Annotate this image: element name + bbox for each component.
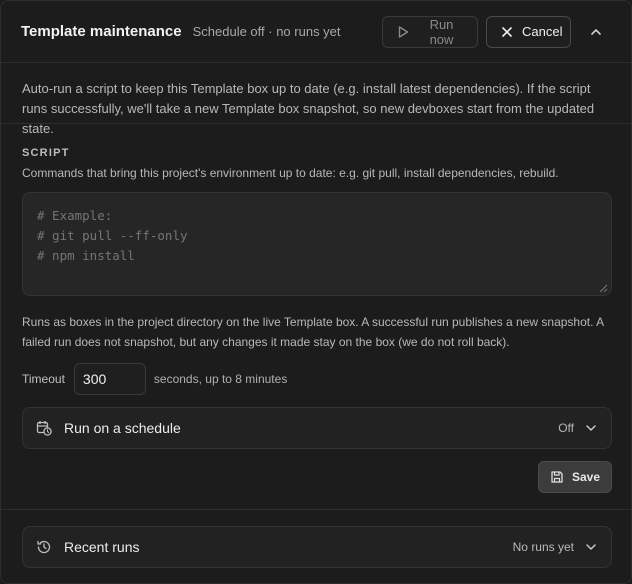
chevron-down-icon <box>584 421 598 435</box>
panel-header: Template maintenance Schedule off · no r… <box>1 1 631 63</box>
timeout-suffix: seconds, up to 8 minutes <box>153 372 288 386</box>
play-icon <box>396 25 410 39</box>
recent-runs-status: No runs yet <box>512 540 574 554</box>
save-button[interactable]: Save <box>538 461 612 493</box>
calendar-clock-icon <box>36 420 52 436</box>
chevron-down-icon <box>584 540 598 554</box>
run-now-button[interactable]: Run now <box>382 15 478 48</box>
intro-text: Auto-run a script to keep this Template … <box>22 81 595 136</box>
header-actions: Run now Cancel <box>382 15 611 48</box>
recent-runs-accordion[interactable]: Recent runs No runs yet <box>22 526 612 568</box>
script-note: Runs as boxes in the project directory o… <box>22 315 604 349</box>
history-icon <box>36 539 52 555</box>
collapse-button[interactable] <box>581 17 611 47</box>
schedule-status: Off <box>558 421 574 435</box>
cancel-button[interactable]: Cancel <box>486 15 571 48</box>
panel-subtitle: Schedule off · no runs yet <box>192 24 341 39</box>
save-label: Save <box>571 470 601 484</box>
section-divider <box>1 123 631 124</box>
timeout-input[interactable] <box>73 363 146 395</box>
section-divider <box>1 509 631 510</box>
panel-title: Template maintenance <box>21 23 182 40</box>
script-description: Commands that bring this project's envir… <box>22 166 559 180</box>
close-icon <box>500 25 514 39</box>
timeout-row: Timeout seconds, up to 8 minutes <box>22 363 287 395</box>
schedule-accordion[interactable]: Run on a schedule Off <box>22 407 612 449</box>
cancel-label: Cancel <box>522 24 563 39</box>
script-input[interactable] <box>22 192 612 296</box>
recent-runs-label: Recent runs <box>64 539 140 555</box>
chevron-up-icon <box>589 25 603 39</box>
script-section-label: SCRIPT <box>22 147 70 159</box>
schedule-label: Run on a schedule <box>64 420 181 436</box>
timeout-label: Timeout <box>22 372 65 386</box>
template-maintenance-panel: Template maintenance Schedule off · no r… <box>0 0 632 584</box>
run-now-label: Run now <box>429 16 454 47</box>
save-icon <box>550 470 564 484</box>
